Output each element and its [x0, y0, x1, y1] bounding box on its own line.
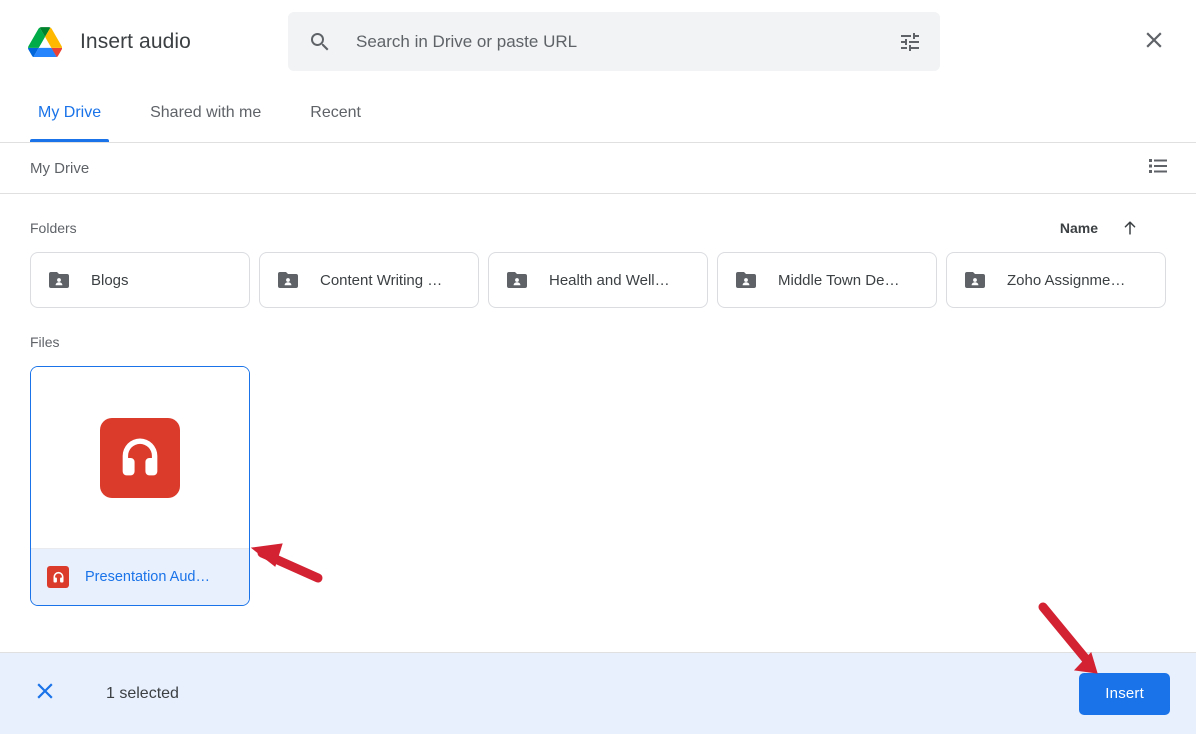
shared-folder-icon [963, 268, 987, 292]
folders-grid: Blogs Content Writing … Health and Well…… [30, 252, 1166, 308]
file-thumbnail [31, 367, 249, 549]
sort-field-label: Name [1059, 220, 1098, 236]
tab-my-drive-label: My Drive [38, 104, 102, 121]
selection-count-label: 1 selected [106, 684, 179, 702]
folder-name: Zoho Assignme… [1007, 271, 1126, 289]
folder-name: Blogs [91, 271, 129, 289]
folder-name: Content Writing … [320, 271, 443, 289]
source-tabs: My Drive Shared with me Recent [0, 84, 1196, 143]
drive-browser-body: Folders Name Blogs Content Writing … Hea… [0, 194, 1196, 652]
search-icon [308, 30, 332, 54]
files-section-label: Files [30, 334, 60, 350]
tab-recent-label: Recent [310, 104, 361, 121]
folder-card[interactable]: Health and Well… [488, 252, 708, 308]
shared-folder-icon [276, 268, 300, 292]
shared-folder-icon [505, 268, 529, 292]
files-section-header: Files [30, 318, 1166, 366]
file-name: Presentation Aud… [85, 569, 210, 585]
close-icon [1141, 27, 1167, 58]
folder-card[interactable]: Middle Town De… [717, 252, 937, 308]
file-card-footer: Presentation Aud… [31, 549, 249, 605]
dialog-header: Insert audio [0, 0, 1196, 84]
folders-section-label: Folders [30, 220, 77, 236]
breadcrumb-bar: My Drive [0, 143, 1196, 194]
shared-folder-icon [734, 268, 758, 292]
audio-headphones-icon [100, 417, 180, 498]
shared-folder-icon [47, 268, 71, 292]
insert-audio-dialog: Insert audio My Drive [0, 0, 1196, 734]
clear-selection-button[interactable] [28, 677, 62, 711]
arrow-up-icon[interactable] [1120, 218, 1140, 238]
folder-card[interactable]: Blogs [30, 252, 250, 308]
audio-headphones-icon-small [47, 566, 69, 588]
search-bar[interactable] [288, 12, 940, 71]
close-icon [32, 678, 58, 709]
folder-name: Health and Well… [549, 271, 670, 289]
folder-name: Middle Town De… [778, 271, 900, 289]
folder-card[interactable]: Content Writing … [259, 252, 479, 308]
file-card-selected[interactable]: Presentation Aud… [30, 366, 250, 606]
google-drive-logo [28, 27, 63, 58]
search-input[interactable] [356, 31, 898, 52]
close-dialog-button[interactable] [1138, 26, 1170, 58]
tab-recent[interactable]: Recent [302, 84, 369, 142]
folder-card[interactable]: Zoho Assignme… [946, 252, 1166, 308]
dialog-title: Insert audio [80, 30, 191, 53]
selection-footer: 1 selected Insert [0, 652, 1196, 734]
tab-shared-with-me[interactable]: Shared with me [142, 84, 269, 142]
folders-section-header: Folders Name [30, 204, 1166, 252]
sort-control[interactable]: Name [1060, 218, 1166, 238]
list-view-icon [1146, 154, 1170, 183]
tune-icon[interactable] [898, 30, 922, 54]
files-grid: Presentation Aud… [30, 366, 1166, 606]
tab-shared-with-me-label: Shared with me [150, 104, 262, 121]
insert-button[interactable]: Insert [1079, 672, 1170, 715]
breadcrumb[interactable]: My Drive [30, 160, 89, 177]
list-view-toggle-button[interactable] [1144, 154, 1172, 182]
tab-my-drive[interactable]: My Drive [30, 84, 110, 142]
